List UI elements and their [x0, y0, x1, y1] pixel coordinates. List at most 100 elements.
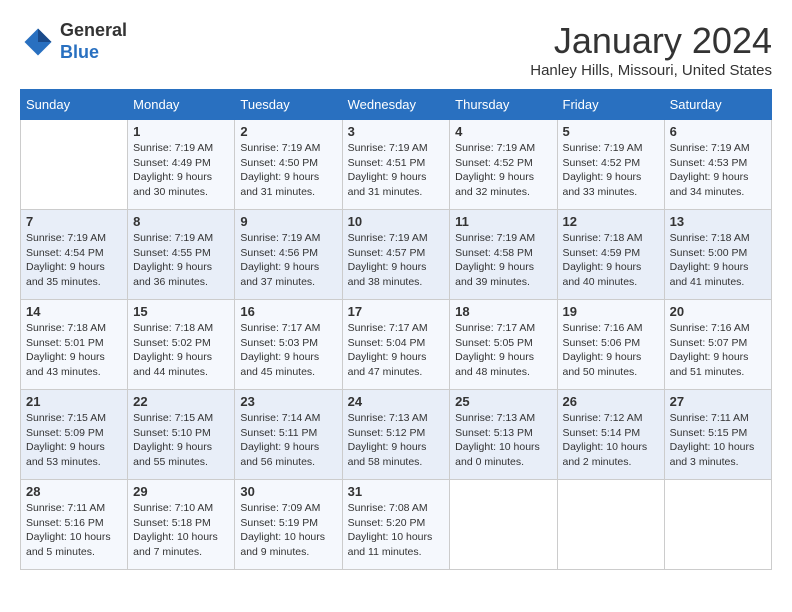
weekday-header-tuesday: Tuesday [235, 90, 342, 120]
calendar-day-cell [21, 120, 128, 210]
calendar-day-cell: 28 Sunrise: 7:11 AM Sunset: 5:16 PM Dayli… [21, 480, 128, 570]
day-number: 28 [26, 484, 122, 499]
calendar-day-cell: 7 Sunrise: 7:19 AM Sunset: 4:54 PM Daylig… [21, 210, 128, 300]
calendar-day-cell: 11Sunrise: 7:19 AM Sunset: 4:58 PM Dayli… [450, 210, 557, 300]
day-number: 20 [670, 304, 766, 319]
day-info: Sunrise: 7:19 AM Sunset: 4:49 PM Dayligh… [133, 141, 229, 200]
day-info: Sunrise: 7:19 AM Sunset: 4:52 PM Dayligh… [455, 141, 551, 200]
weekday-header-thursday: Thursday [450, 90, 557, 120]
calendar-week-row: 1 Sunrise: 7:19 AM Sunset: 4:49 PM Daylig… [21, 120, 772, 210]
calendar-day-cell: 8Sunrise: 7:19 AM Sunset: 4:55 PM Daylig… [128, 210, 235, 300]
day-number: 21 [26, 394, 122, 409]
day-number: 13 [670, 214, 766, 229]
calendar-day-cell: 27 Sunrise: 7:11 AM Sunset: 5:15 PM Dayli… [664, 390, 771, 480]
calendar-day-cell: 29 Sunrise: 7:10 AM Sunset: 5:18 PM Dayli… [128, 480, 235, 570]
day-info: Sunrise: 7:14 AM Sunset: 5:11 PM Dayligh… [240, 411, 336, 470]
day-number: 30 [240, 484, 336, 499]
calendar-day-cell: 16 Sunrise: 7:17 AM Sunset: 5:03 PM Dayli… [235, 300, 342, 390]
day-info: Sunrise: 7:19 AM Sunset: 4:52 PM Dayligh… [563, 141, 659, 200]
calendar-week-row: 28 Sunrise: 7:11 AM Sunset: 5:16 PM Dayli… [21, 480, 772, 570]
day-info: Sunrise: 7:18 AM Sunset: 5:01 PM Dayligh… [26, 321, 122, 380]
calendar-day-cell: 1 Sunrise: 7:19 AM Sunset: 4:49 PM Daylig… [128, 120, 235, 210]
day-number: 16 [240, 304, 336, 319]
calendar-day-cell [450, 480, 557, 570]
day-info: Sunrise: 7:12 AM Sunset: 5:14 PM Dayligh… [563, 411, 659, 470]
calendar-day-cell [557, 480, 664, 570]
day-info: Sunrise: 7:17 AM Sunset: 5:05 PM Dayligh… [455, 321, 551, 380]
calendar-day-cell [664, 480, 771, 570]
day-info: Sunrise: 7:08 AM Sunset: 5:20 PM Dayligh… [348, 501, 445, 560]
calendar-day-cell: 18 Sunrise: 7:17 AM Sunset: 5:05 PM Dayli… [450, 300, 557, 390]
title-section: January 2024 Hanley Hills, Missouri, Uni… [530, 20, 772, 79]
day-number: 10 [348, 214, 445, 229]
day-number: 25 [455, 394, 551, 409]
day-info: Sunrise: 7:10 AM Sunset: 5:18 PM Dayligh… [133, 501, 229, 560]
day-info: Sunrise: 7:19 AM Sunset: 4:54 PM Dayligh… [26, 231, 122, 290]
day-number: 18 [455, 304, 551, 319]
calendar-day-cell: 26 Sunrise: 7:12 AM Sunset: 5:14 PM Dayli… [557, 390, 664, 480]
calendar-day-cell: 21 Sunrise: 7:15 AM Sunset: 5:09 PM Dayli… [21, 390, 128, 480]
day-number: 14 [26, 304, 122, 319]
day-info: Sunrise: 7:13 AM Sunset: 5:12 PM Dayligh… [348, 411, 445, 470]
calendar-day-cell: 19 Sunrise: 7:16 AM Sunset: 5:06 PM Dayli… [557, 300, 664, 390]
calendar-day-cell: 9 Sunrise: 7:19 AM Sunset: 4:56 PM Daylig… [235, 210, 342, 300]
calendar-day-cell: 15 Sunrise: 7:18 AM Sunset: 5:02 PM Dayli… [128, 300, 235, 390]
day-number: 17 [348, 304, 445, 319]
calendar-week-row: 7 Sunrise: 7:19 AM Sunset: 4:54 PM Daylig… [21, 210, 772, 300]
calendar-day-cell: 10 Sunrise: 7:19 AM Sunset: 4:57 PM Dayli… [342, 210, 450, 300]
calendar-week-row: 14 Sunrise: 7:18 AM Sunset: 5:01 PM Dayli… [21, 300, 772, 390]
day-info: Sunrise: 7:15 AM Sunset: 5:10 PM Dayligh… [133, 411, 229, 470]
month-title: January 2024 [530, 20, 772, 62]
logo-text: General Blue [60, 20, 127, 63]
day-info: Sunrise: 7:19 AM Sunset: 4:51 PM Dayligh… [348, 141, 445, 200]
day-info: Sunrise: 7:13 AM Sunset: 5:13 PM Dayligh… [455, 411, 551, 470]
day-info: Sunrise: 7:16 AM Sunset: 5:07 PM Dayligh… [670, 321, 766, 380]
day-info: Sunrise: 7:19 AM Sunset: 4:53 PM Dayligh… [670, 141, 766, 200]
day-number: 1 [133, 124, 229, 139]
calendar-day-cell: 23 Sunrise: 7:14 AM Sunset: 5:11 PM Dayli… [235, 390, 342, 480]
day-number: 6 [670, 124, 766, 139]
calendar-day-cell: 25 Sunrise: 7:13 AM Sunset: 5:13 PM Dayli… [450, 390, 557, 480]
day-number: 27 [670, 394, 766, 409]
location: Hanley Hills, Missouri, United States [530, 62, 772, 79]
day-info: Sunrise: 7:19 AM Sunset: 4:56 PM Dayligh… [240, 231, 336, 290]
calendar-day-cell: 13 Sunrise: 7:18 AM Sunset: 5:00 PM Dayli… [664, 210, 771, 300]
day-info: Sunrise: 7:19 AM Sunset: 4:57 PM Dayligh… [348, 231, 445, 290]
calendar-day-cell: 17 Sunrise: 7:17 AM Sunset: 5:04 PM Dayli… [342, 300, 450, 390]
day-number: 15 [133, 304, 229, 319]
calendar-week-row: 21 Sunrise: 7:15 AM Sunset: 5:09 PM Dayli… [21, 390, 772, 480]
day-info: Sunrise: 7:11 AM Sunset: 5:15 PM Dayligh… [670, 411, 766, 470]
day-number: 26 [563, 394, 659, 409]
logo-icon [20, 24, 56, 60]
day-info: Sunrise: 7:18 AM Sunset: 5:00 PM Dayligh… [670, 231, 766, 290]
day-number: 24 [348, 394, 445, 409]
day-number: 19 [563, 304, 659, 319]
calendar-table: SundayMondayTuesdayWednesdayThursdayFrid… [20, 89, 772, 570]
day-info: Sunrise: 7:15 AM Sunset: 5:09 PM Dayligh… [26, 411, 122, 470]
weekday-header-wednesday: Wednesday [342, 90, 450, 120]
day-number: 23 [240, 394, 336, 409]
day-number: 3 [348, 124, 445, 139]
weekday-header-saturday: Saturday [664, 90, 771, 120]
day-info: Sunrise: 7:11 AM Sunset: 5:16 PM Dayligh… [26, 501, 122, 560]
day-info: Sunrise: 7:17 AM Sunset: 5:04 PM Dayligh… [348, 321, 445, 380]
day-info: Sunrise: 7:17 AM Sunset: 5:03 PM Dayligh… [240, 321, 336, 380]
day-number: 12 [563, 214, 659, 229]
day-number: 8 [133, 214, 229, 229]
day-number: 4 [455, 124, 551, 139]
day-number: 5 [563, 124, 659, 139]
day-number: 11 [455, 214, 551, 229]
day-number: 9 [240, 214, 336, 229]
day-info: Sunrise: 7:18 AM Sunset: 5:02 PM Dayligh… [133, 321, 229, 380]
day-info: Sunrise: 7:16 AM Sunset: 5:06 PM Dayligh… [563, 321, 659, 380]
day-number: 2 [240, 124, 336, 139]
calendar-day-cell: 24 Sunrise: 7:13 AM Sunset: 5:12 PM Dayli… [342, 390, 450, 480]
day-number: 29 [133, 484, 229, 499]
logo: General Blue [20, 20, 127, 63]
day-number: 7 [26, 214, 122, 229]
calendar-day-cell: 3 Sunrise: 7:19 AM Sunset: 4:51 PM Daylig… [342, 120, 450, 210]
calendar-day-cell: 30 Sunrise: 7:09 AM Sunset: 5:19 PM Dayli… [235, 480, 342, 570]
weekday-header-sunday: Sunday [21, 90, 128, 120]
day-info: Sunrise: 7:18 AM Sunset: 4:59 PM Dayligh… [563, 231, 659, 290]
day-info: Sunrise: 7:09 AM Sunset: 5:19 PM Dayligh… [240, 501, 336, 560]
